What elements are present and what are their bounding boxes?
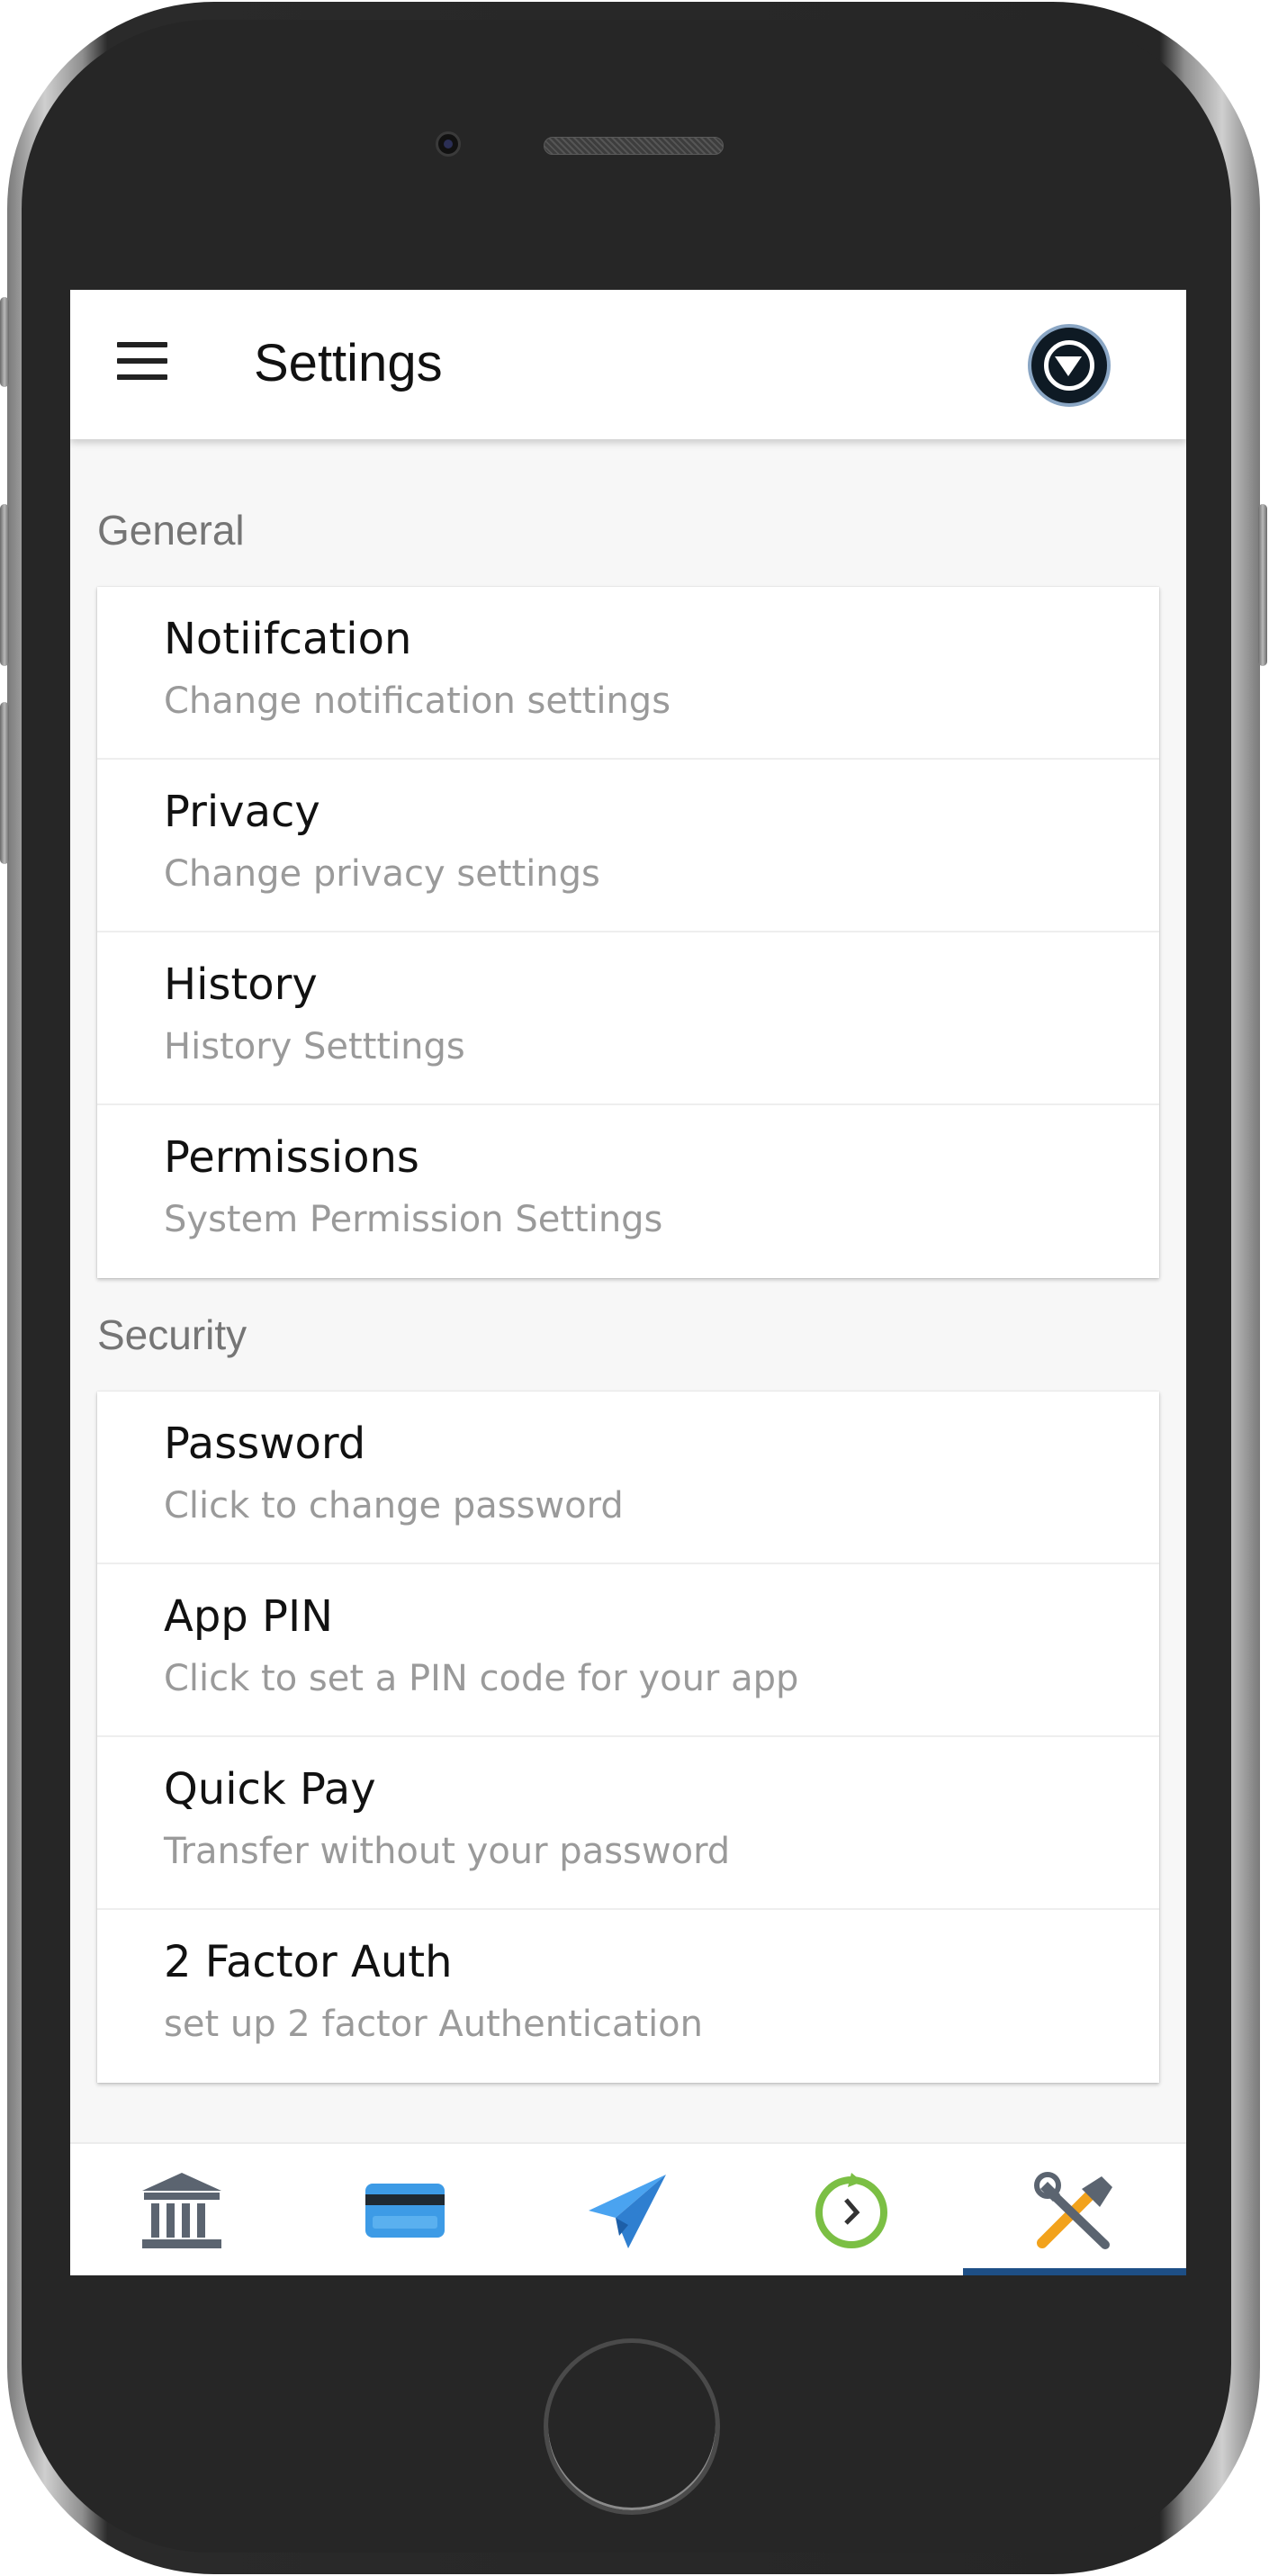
- earpiece-speaker: [544, 137, 724, 155]
- home-button[interactable]: [544, 2338, 720, 2515]
- nav-tab-transfer[interactable]: [517, 2144, 740, 2275]
- settings-item-permissions[interactable]: Permissions System Permission Settings: [97, 1105, 1159, 1278]
- page-title: Settings: [254, 334, 443, 392]
- profile-dropdown-icon[interactable]: [1028, 324, 1111, 407]
- settings-item-subtitle: System Permission Settings: [164, 1199, 663, 1240]
- settings-item-2-factor-auth[interactable]: 2 Factor Auth set up 2 factor Authentica…: [97, 1910, 1159, 2083]
- phone-volume-down-button: [0, 702, 9, 864]
- front-camera: [436, 131, 461, 157]
- nav-tab-history[interactable]: [740, 2144, 963, 2275]
- nav-tab-bank[interactable]: [70, 2144, 293, 2275]
- send-paper-plane-icon: [589, 2175, 666, 2248]
- history-clock-icon: [815, 2173, 887, 2248]
- bank-icon: [142, 2173, 221, 2248]
- settings-item-title: Permissions: [164, 1132, 419, 1183]
- bottom-navigation: [70, 2142, 1186, 2275]
- settings-item-title: Privacy: [164, 787, 320, 837]
- settings-item-title: Password: [164, 1419, 366, 1469]
- security-settings-card: Password Click to change password App PI…: [97, 1392, 1159, 2083]
- settings-item-password[interactable]: Password Click to change password: [97, 1392, 1159, 1564]
- phone-volume-up-button: [0, 504, 9, 666]
- credit-card-icon: [365, 2184, 445, 2238]
- nav-tab-settings[interactable]: [963, 2144, 1186, 2275]
- app-bar: Settings: [70, 290, 1186, 439]
- phone-power-button: [1258, 504, 1267, 666]
- hamburger-menu-icon[interactable]: [117, 342, 169, 383]
- settings-item-notification[interactable]: Notiifcation Change notification setting…: [97, 587, 1159, 760]
- tools-settings-icon: [1034, 2172, 1112, 2249]
- settings-item-subtitle: set up 2 factor Authentication: [164, 2004, 704, 2045]
- settings-item-subtitle: History Setttings: [164, 1026, 465, 1067]
- section-label-security: Security: [97, 1311, 248, 1358]
- settings-item-title: Quick Pay: [164, 1764, 376, 1815]
- settings-item-subtitle: Change notification settings: [164, 680, 671, 722]
- settings-item-history[interactable]: History History Setttings: [97, 932, 1159, 1105]
- settings-item-title: History: [164, 959, 318, 1010]
- settings-item-quick-pay[interactable]: Quick Pay Transfer without your password: [97, 1737, 1159, 1910]
- settings-item-title: Notiifcation: [164, 614, 412, 664]
- phone-mute-switch: [0, 297, 9, 387]
- settings-item-app-pin[interactable]: App PIN Click to set a PIN code for your…: [97, 1564, 1159, 1737]
- general-settings-card: Notiifcation Change notification setting…: [97, 587, 1159, 1278]
- settings-item-subtitle: Transfer without your password: [164, 1831, 731, 1872]
- app-screen: Settings General Notiifcation Change not…: [70, 290, 1186, 2275]
- nav-tab-cards[interactable]: [293, 2144, 517, 2275]
- settings-item-subtitle: Change privacy settings: [164, 853, 600, 895]
- settings-item-title: App PIN: [164, 1591, 334, 1642]
- settings-item-privacy[interactable]: Privacy Change privacy settings: [97, 760, 1159, 932]
- section-label-general: General: [97, 507, 245, 554]
- settings-item-subtitle: Click to change password: [164, 1485, 624, 1527]
- active-tab-indicator: [963, 2268, 1186, 2275]
- settings-item-subtitle: Click to set a PIN code for your app: [164, 1658, 799, 1699]
- settings-item-title: 2 Factor Auth: [164, 1937, 453, 1987]
